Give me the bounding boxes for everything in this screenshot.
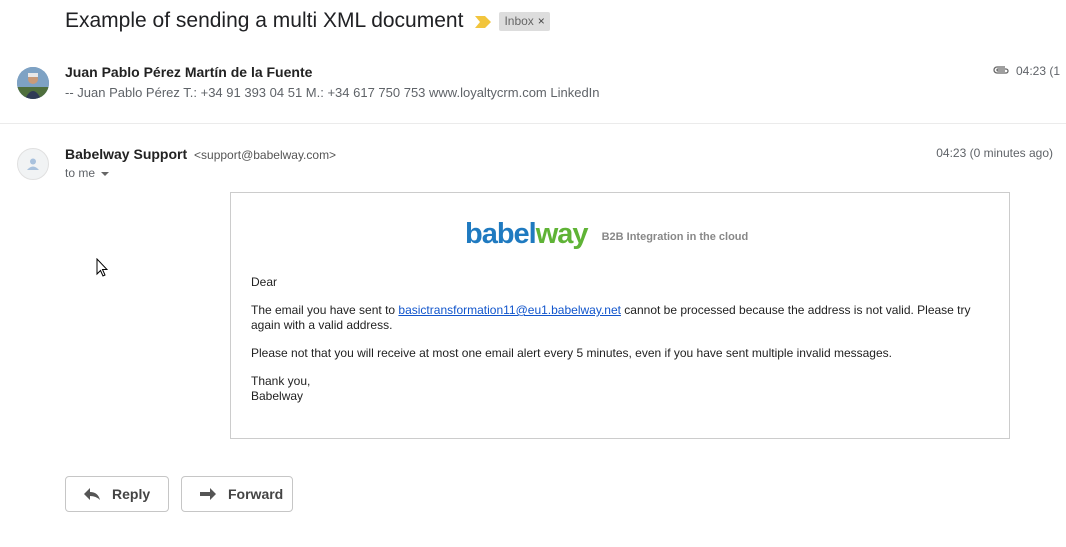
para1-prefix: The email you have sent to	[251, 303, 399, 317]
email-body: babelway B2B Integration in the cloud De…	[230, 192, 1010, 439]
reply-icon	[84, 488, 100, 500]
message2-time: 04:23 (0 minutes ago)	[936, 146, 1053, 160]
forward-icon	[200, 488, 216, 500]
email-address-link[interactable]: basictransformation11@eu1.babelway.net	[398, 303, 621, 317]
reply-label: Reply	[112, 486, 151, 502]
message1-sender[interactable]: Juan Pablo Pérez Martín de la Fuente	[65, 64, 312, 80]
forward-button[interactable]: Forward	[181, 476, 293, 512]
sender-name[interactable]: Babelway Support	[65, 146, 187, 162]
thread-subject: Example of sending a multi XML document	[65, 9, 464, 32]
label-chip-inbox: Inbox ×	[499, 11, 550, 31]
signoff-line-1: Thank you,	[251, 374, 311, 388]
babelway-logo: babelway B2B Integration in the cloud	[465, 219, 748, 249]
paragraph-1: The email you have sent to basictransfor…	[251, 303, 991, 333]
mouse-cursor-icon	[96, 257, 109, 283]
paragraph-2: Please not that you will receive at most…	[251, 346, 892, 360]
forward-label: Forward	[228, 486, 284, 502]
label-chip-text: Inbox	[504, 13, 534, 28]
reply-button[interactable]: Reply	[65, 476, 169, 512]
sender-email: <support@babelway.com>	[194, 148, 337, 162]
remove-label-icon[interactable]: ×	[538, 14, 545, 28]
logo-word-way: way	[535, 218, 589, 250]
greeting: Dear	[251, 275, 278, 289]
message2-sender: Babelway Support <support@babelway.com>	[65, 146, 336, 162]
signoff-line-2: Babelway	[251, 389, 304, 403]
message1-time: 04:23 (1	[1016, 64, 1061, 78]
message1-time-group: 04:23 (1	[992, 64, 1060, 78]
sender-avatar[interactable]	[17, 67, 49, 99]
message1-snippet[interactable]: -- Juan Pablo Pérez T.: +34 91 393 04 51…	[65, 85, 600, 100]
recipient-label: to me	[65, 166, 96, 180]
logo-word-babel: babel	[465, 218, 537, 250]
default-avatar-icon[interactable]	[17, 148, 49, 180]
logo-tagline: B2B Integration in the cloud	[601, 231, 749, 243]
chevron-down-icon	[101, 172, 110, 176]
subject-row: Example of sending a multi XML document …	[65, 6, 550, 36]
importance-marker-icon[interactable]	[475, 15, 492, 28]
attachment-icon	[992, 64, 1010, 78]
signoff: Thank you, Babelway	[251, 374, 991, 404]
email-text: Dear The email you have sent to basictra…	[251, 275, 991, 417]
recipient-details-toggle[interactable]: to me	[65, 166, 110, 180]
message-divider	[0, 123, 1066, 124]
